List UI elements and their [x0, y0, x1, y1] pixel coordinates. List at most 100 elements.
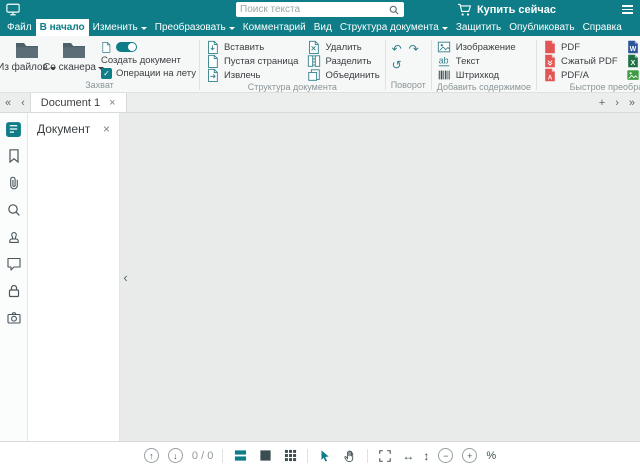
operations-on-fly-label: Операции на лету	[116, 68, 196, 79]
zoom-in-button[interactable]: +	[462, 448, 477, 463]
scroll-tabs-last-button[interactable]: »	[624, 93, 640, 112]
menu-tab-comment[interactable]: Комментарий	[239, 19, 310, 36]
blank-page-button[interactable]: Пустая страница	[203, 54, 300, 68]
zoom-out-button[interactable]: −	[438, 448, 453, 463]
rotate-left-button[interactable]: ↶	[389, 41, 405, 56]
create-document-toggle[interactable]	[101, 41, 196, 53]
app-logo-icon[interactable]	[6, 3, 20, 16]
sidebar-search-button[interactable]	[3, 199, 25, 221]
search-icon	[6, 202, 22, 218]
split-document-icon	[306, 54, 321, 69]
chevron-down-icon	[229, 27, 235, 30]
convert-excel-button[interactable]: X Excel	[624, 54, 640, 68]
text-icon: ab	[437, 54, 452, 69]
menu-tab-view[interactable]: Вид	[310, 19, 336, 36]
search-icon[interactable]	[388, 4, 400, 16]
document-tab[interactable]: Document 1 ×	[30, 93, 127, 112]
sidebar-stamps-button[interactable]	[3, 226, 25, 248]
menu-tab-edit[interactable]: Изменить	[89, 19, 151, 36]
menu-tab-label: Преобразовать	[155, 22, 226, 33]
page-up-button[interactable]: ↑	[144, 448, 159, 463]
menu-tab-home[interactable]: В начало	[36, 19, 89, 36]
scroll-tabs-next-button[interactable]: ›	[610, 93, 624, 112]
menu-tab-label: Вид	[314, 22, 332, 33]
sidebar-attachments-button[interactable]	[3, 172, 25, 194]
convert-pdf-button[interactable]: PDF	[540, 40, 620, 54]
extract-pages-label: Извлечь	[224, 70, 260, 81]
rotate-180-icon: ↺	[392, 58, 402, 72]
view-continuous-button[interactable]	[232, 448, 248, 464]
collapse-panel-button[interactable]: ‹	[120, 264, 131, 290]
hamburger-menu-icon[interactable]	[622, 5, 633, 14]
statusbar-separator	[222, 449, 223, 463]
image-file-icon	[626, 68, 640, 83]
sidebar-comments-button[interactable]	[3, 253, 25, 275]
hand-tool-button[interactable]	[342, 448, 358, 464]
split-document-button[interactable]: Разделить	[304, 54, 381, 68]
select-tool-button[interactable]	[317, 448, 333, 464]
menu-tab-help[interactable]: Справка	[579, 19, 626, 36]
convert-compressed-pdf-button[interactable]: Сжатый PDF	[540, 54, 620, 68]
buy-now-button[interactable]: Купить сейчас	[457, 3, 556, 17]
paperclip-icon	[6, 175, 22, 191]
svg-text:ab: ab	[439, 56, 449, 66]
fit-width-button[interactable]: ↔	[402, 449, 414, 463]
extract-page-icon	[205, 68, 220, 83]
chevron-down-icon	[442, 27, 448, 30]
rotate-right-button[interactable]: ↷	[406, 41, 422, 56]
add-image-button[interactable]: Изображение	[435, 40, 518, 54]
split-document-label: Разделить	[325, 56, 371, 67]
merge-documents-button[interactable]: Объединить	[304, 68, 381, 82]
menu-tab-document-structure[interactable]: Структура документа	[336, 19, 452, 36]
document-tab-label: Document 1	[41, 97, 100, 109]
ribbon-group-rotate: ↶ ↷ ↺ Поворот	[389, 38, 428, 92]
extract-pages-button[interactable]: Извлечь	[203, 68, 300, 82]
view-single-page-button[interactable]	[257, 448, 273, 464]
fit-page-icon	[378, 449, 392, 463]
convert-word-button[interactable]: W Word	[624, 40, 640, 54]
sidebar-pages-button[interactable]	[3, 118, 25, 140]
sidebar-bookmarks-button[interactable]	[3, 145, 25, 167]
sidebar-security-button[interactable]	[3, 280, 25, 302]
view-grid-button[interactable]	[282, 448, 298, 464]
convert-pdfa-button[interactable]: A PDF/A	[540, 68, 620, 82]
menu-tab-convert[interactable]: Преобразовать	[151, 19, 239, 36]
ribbon-separator	[385, 40, 386, 90]
from-files-button[interactable]: Из файлов	[3, 38, 50, 80]
fit-height-button[interactable]: ↕	[423, 449, 429, 463]
rotate-180-button[interactable]: ↺	[389, 57, 405, 72]
insert-pages-button[interactable]: Вставить	[203, 40, 300, 54]
scroll-tabs-first-button[interactable]: «	[0, 93, 16, 112]
from-scanner-button[interactable]: Со сканера	[50, 38, 97, 80]
insert-page-icon	[205, 40, 220, 55]
menu-tab-protect[interactable]: Защитить	[452, 19, 505, 36]
page-down-button[interactable]: ↓	[168, 448, 183, 463]
document-canvas[interactable]: ‹	[120, 113, 640, 441]
page-indicator: 0 / 0	[192, 450, 213, 462]
stamp-icon	[6, 229, 22, 245]
sidebar-capture-button[interactable]	[3, 307, 25, 329]
search-input[interactable]	[240, 4, 385, 15]
new-tab-button[interactable]: +	[594, 93, 610, 112]
menu-tab-label: Структура документа	[340, 22, 439, 33]
add-barcode-button[interactable]: Штрихкод	[435, 68, 518, 82]
buy-now-label: Купить сейчас	[477, 4, 556, 16]
toggle-switch-on[interactable]	[116, 42, 137, 52]
fit-width-icon: ↔	[402, 449, 414, 463]
create-document-label: Создать документ	[101, 55, 196, 66]
scroll-tabs-prev-button[interactable]: ‹	[16, 93, 30, 112]
menu-tab-publish[interactable]: Опубликовать	[505, 19, 578, 36]
main-area: Документ × ‹	[0, 113, 640, 441]
menu-tab-file[interactable]: Файл	[3, 19, 36, 36]
convert-image-button[interactable]: Изображение	[624, 68, 640, 82]
delete-pages-button[interactable]: Удалить	[304, 40, 381, 54]
operations-on-fly-checkbox[interactable]: ✓ Операции на лету	[101, 68, 196, 79]
single-page-view-icon	[259, 449, 272, 462]
ribbon-separator	[536, 40, 537, 90]
add-text-button[interactable]: ab Текст	[435, 54, 518, 68]
menu-tab-label: Опубликовать	[509, 22, 574, 33]
document-panel-body	[28, 142, 119, 441]
panel-close-icon[interactable]: ×	[103, 122, 110, 136]
tab-close-icon[interactable]: ×	[109, 97, 115, 109]
fit-page-button[interactable]	[377, 448, 393, 464]
